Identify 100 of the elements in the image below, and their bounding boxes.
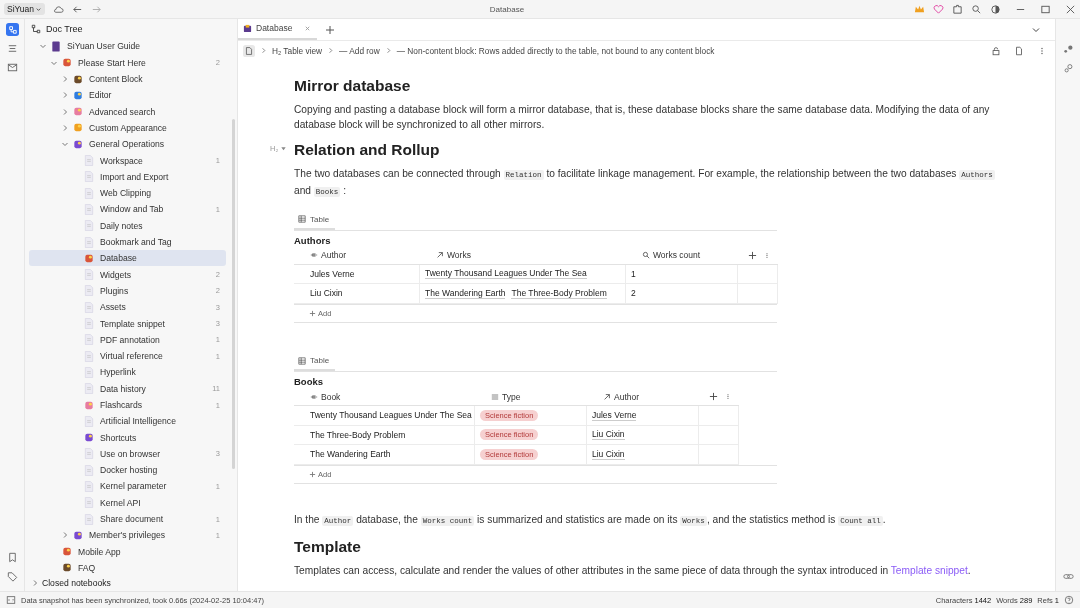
chevron-down-icon[interactable]: [1031, 25, 1041, 35]
table-cell[interactable]: The Wandering Earth: [294, 445, 475, 465]
tree-item[interactable]: Docker hosting: [29, 462, 226, 479]
table-cell[interactable]: 2: [626, 284, 738, 304]
table-cell[interactable]: [738, 264, 778, 284]
add-column-icon[interactable]: [748, 250, 757, 260]
table-cell[interactable]: Twenty Thousand Leagues Under The Sea: [420, 264, 626, 284]
theme-icon[interactable]: [990, 3, 1001, 15]
closed-notebooks-item[interactable]: Closed notebooks: [25, 576, 230, 589]
maximize-icon[interactable]: [1040, 3, 1051, 15]
column-header[interactable]: Type: [475, 388, 587, 406]
paragraph: Copying and pasting a database block will form a mirror database, that is, these database blocks share the same database data. Modifying the data of any database block will be synchronized to all other mirrors.: [294, 103, 991, 132]
tree-item[interactable]: Daily notes: [29, 217, 226, 234]
relation-link[interactable]: Liu Cixin: [592, 448, 625, 460]
chevron-icon[interactable]: [31, 578, 39, 587]
table-cell[interactable]: [738, 284, 778, 304]
tree-item[interactable]: Web Clipping: [29, 185, 226, 202]
expand-icon[interactable]: [6, 595, 16, 605]
tree-item[interactable]: SiYuan User Guide: [29, 38, 226, 55]
add-column-icon[interactable]: [709, 392, 718, 401]
table-cell[interactable]: Jules Verne: [587, 406, 699, 426]
heading: Relation and Rollup: [294, 141, 441, 159]
table-cell[interactable]: [699, 445, 739, 465]
add-tab-icon[interactable]: [325, 25, 336, 35]
help-icon[interactable]: [1064, 595, 1074, 605]
document-icon: [84, 415, 94, 427]
document-icon: [84, 220, 94, 232]
panel-title: Doc Tree: [46, 23, 83, 34]
column-header[interactable]: Works count: [626, 246, 738, 265]
relation-link[interactable]: Liu Cixin: [592, 429, 625, 441]
document-tab[interactable]: Database: [238, 23, 318, 40]
plus-icon[interactable]: [309, 309, 316, 317]
table-cell[interactable]: 1: [626, 264, 738, 284]
tree-item[interactable]: FAQ: [29, 559, 226, 577]
document-icon[interactable]: [1014, 45, 1024, 56]
column-header[interactable]: Author: [294, 246, 420, 265]
plus-icon[interactable]: [309, 470, 316, 478]
close-icon[interactable]: [304, 24, 312, 32]
relation-link[interactable]: The Three-Body Problem: [511, 287, 607, 299]
relation-link[interactable]: Twenty Thousand Leagues Under The Sea: [425, 268, 587, 280]
magnifier-icon: [642, 251, 650, 259]
relation-link[interactable]: The Wandering Earth: [425, 287, 506, 299]
table-cell[interactable]: Twenty Thousand Leagues Under The Sea: [294, 406, 475, 426]
graph-icon[interactable]: [1061, 43, 1075, 56]
table-cell[interactable]: The Three-Body Problem: [294, 425, 475, 445]
tree-item[interactable]: Advanced search: [29, 103, 226, 120]
link[interactable]: Template snippet: [890, 564, 968, 576]
tree-item[interactable]: Content Block: [29, 70, 226, 88]
tree-item[interactable]: Hyperlink: [29, 364, 226, 381]
tree-item[interactable]: Shortcuts: [29, 429, 226, 446]
workspace-button[interactable]: SiYuan: [4, 3, 45, 15]
heart-icon[interactable]: [933, 3, 944, 15]
column-header[interactable]: Works: [420, 246, 626, 265]
caret-icon[interactable]: [280, 145, 288, 152]
close-icon[interactable]: [1065, 3, 1076, 15]
tree-item[interactable]: Kernel API: [29, 494, 226, 511]
emoji-icon: [73, 89, 83, 101]
tree-item[interactable]: Artificial Intelligence: [29, 413, 226, 430]
breadcrumb-item[interactable]: — Non-content block: Rows added directly to the table, not bound to any content block: [396, 45, 715, 56]
emoji-icon: [62, 546, 72, 558]
chevron-icon: [327, 47, 335, 54]
chevron-icon[interactable]: [61, 531, 69, 540]
table-cell[interactable]: Jules Verne: [294, 264, 420, 284]
table-cell[interactable]: Liu Cixin: [587, 445, 699, 465]
tree-item[interactable]: General Operations: [29, 136, 226, 153]
table-cell[interactable]: Liu Cixin: [587, 425, 699, 445]
table-cell[interactable]: [699, 406, 739, 426]
table-cell[interactable]: Liu Cixin: [294, 284, 420, 304]
document-icon: [84, 187, 94, 199]
lock-icon[interactable]: [991, 45, 1001, 56]
tree-item[interactable]: Bookmark and Tag: [29, 233, 226, 251]
breadcrumb-item[interactable]: — Add row: [339, 45, 380, 56]
tree-item[interactable]: Custom Appearance: [29, 119, 226, 137]
emoji-icon: [73, 106, 83, 118]
column-header[interactable]: Author: [587, 388, 699, 406]
view-tab[interactable]: Table: [294, 354, 336, 371]
link-icon[interactable]: [1061, 62, 1075, 75]
document-icon: [84, 269, 94, 281]
document-icon: [84, 481, 94, 492]
tree-item[interactable]: Import and Export: [29, 168, 226, 185]
emoji-icon: [73, 529, 83, 541]
cloud-icon[interactable]: [52, 3, 64, 15]
document-icon: [84, 155, 94, 167]
file-tree-icon[interactable]: [5, 23, 19, 36]
search-icon[interactable]: [971, 3, 982, 15]
crown-icon[interactable]: [914, 3, 925, 15]
caret-icon[interactable]: [34, 5, 42, 13]
tree-item[interactable]: Editor: [29, 87, 226, 104]
relation-link[interactable]: Jules Verne: [592, 409, 637, 421]
heading: Template: [294, 537, 362, 556]
document-icon[interactable]: [243, 44, 255, 57]
tree-item[interactable]: Mobile App: [29, 543, 226, 560]
breadcrumb-item[interactable]: H₂ Table view: [272, 45, 323, 56]
view-tab[interactable]: Table: [294, 212, 336, 230]
tree-item[interactable]: Database: [29, 250, 226, 267]
document-icon: [84, 366, 94, 378]
column-header[interactable]: Book: [294, 388, 475, 406]
table-cell[interactable]: The Wandering Earth The Three-Body Problem: [420, 284, 626, 304]
tag-icon[interactable]: [5, 570, 19, 583]
inbox-icon[interactable]: [5, 61, 19, 74]
